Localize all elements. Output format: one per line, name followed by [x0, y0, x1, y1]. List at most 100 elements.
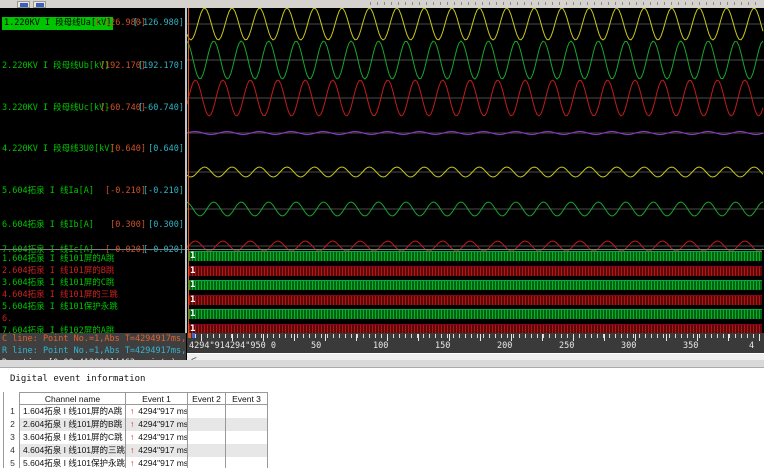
event-rise-icon: ↑ — [130, 419, 135, 429]
time-label: 4 — [749, 341, 755, 351]
value-primary: [-0.210] — [105, 186, 146, 196]
major-tick — [759, 334, 760, 341]
major-tick — [201, 334, 202, 341]
digital-state-bar: 1 — [189, 324, 762, 333]
analog-channel-row[interactable]: 1.220KV I 段母线Ua[kV] [-126.980] [-126.980] — [0, 17, 186, 30]
row-number — [6, 392, 19, 405]
analog-channel-row[interactable]: 4.220KV I 段母线3U0[kV] [0.640] [0.640] — [0, 143, 186, 156]
state-value: 1 — [190, 251, 196, 261]
waveform-plot-area[interactable]: 1 1 1 1 1 1 — [187, 8, 764, 333]
digital-channel-row[interactable]: 4.604拓泉 I 线101屏的三跳 — [0, 289, 186, 301]
table-cell: 2.604拓泉 I 线101屏的B跳 — [20, 418, 126, 431]
major-tick — [728, 334, 729, 341]
major-tick — [635, 334, 636, 341]
major-tick — [449, 334, 450, 341]
major-tick — [232, 334, 233, 341]
table-cell — [188, 444, 226, 457]
digital-channel-row[interactable]: 5.604拓泉 I 线101保护永跳 — [0, 301, 186, 313]
table-cell: Event 3 — [226, 393, 268, 404]
table-cell: Event 2 — [188, 393, 226, 404]
table-cell: Event 1 — [126, 393, 188, 404]
time-label: 4294"914294"950 0 — [189, 341, 276, 351]
value-secondary: [-126.980] — [132, 18, 184, 28]
digital-channel-row[interactable]: 2.604拓泉 I 线101屏的B跳 — [0, 265, 186, 277]
table-cell — [188, 431, 226, 444]
time-label: 250 — [559, 341, 575, 351]
time-label: 150 — [435, 341, 451, 351]
separator-strip — [0, 360, 764, 368]
value-secondary: [-0.210] — [143, 186, 184, 196]
value-primary: [0.300] — [110, 220, 146, 230]
table-cell: 1.604拓泉 I 线101屏的A跳 — [20, 405, 126, 418]
time-label: 100 — [373, 341, 389, 351]
major-tick — [480, 334, 481, 341]
major-tick — [294, 334, 295, 341]
table-row[interactable]: 2 2.604拓泉 I 线101屏的B跳 ↑ 4294"917 ms — [6, 418, 268, 431]
time-label: 200 — [497, 341, 513, 351]
table-row[interactable]: 3 3.604拓泉 I 线101屏的C跳 ↑ 4294"917 ms — [6, 431, 268, 444]
analog-digital-divider — [0, 249, 764, 250]
channel-list-panel: 1.220KV I 段母线Ua[kV] [-126.980] [-126.980] 2… — [0, 8, 186, 333]
table-cell: ↑ 4294"917 ms — [126, 431, 188, 444]
table-row[interactable]: 5 5.604拓泉 I 线101保护永跳 ↑ 4294"917 ms — [6, 457, 268, 468]
value-secondary: [-60.740] — [137, 103, 184, 113]
table-row[interactable]: 1 1.604拓泉 I 线101屏的A跳 ↑ 4294"917 ms — [6, 405, 268, 418]
table-cell — [188, 457, 226, 468]
table-cell: 3.604拓泉 I 线101屏的C跳 — [20, 431, 126, 444]
analog-channel-row[interactable]: 6.604拓泉 I 线Ib[A] [0.300] [0.300] — [0, 219, 186, 232]
digital-channel-row[interactable]: 3.604拓泉 I 线101屏的C跳 — [0, 277, 186, 289]
row-number: 1 — [10, 406, 15, 416]
panel-divider[interactable] — [185, 8, 187, 333]
value-secondary: [192.170] — [137, 61, 184, 71]
time-ruler[interactable]: 4294"914294"950 0 50 100 150 200 250 300 350 4 — [187, 333, 764, 353]
table-cell — [226, 444, 268, 457]
row-number: 3 — [10, 432, 15, 442]
major-tick — [697, 334, 698, 341]
time-label: 300 — [621, 341, 637, 351]
cursor-line-c[interactable] — [188, 8, 189, 333]
table-cell — [226, 405, 268, 418]
table-cell: 4.604拓泉 I 线101屏的三跳 — [20, 444, 126, 457]
channel-label: 6.604拓泉 I 线Ib[A] — [2, 220, 95, 230]
table-border — [3, 392, 4, 468]
table-cell: 5.604拓泉 I 线101保护永跳 — [20, 457, 126, 468]
analog-channel-row[interactable]: 3.220KV I 段母线Uc[kV] [-60.740] [-60.740] — [0, 102, 186, 115]
section-title: Digital event information — [10, 374, 146, 384]
table-cell — [226, 457, 268, 468]
digital-event-table: Channel name Event 1 Event 2 Event 3 1 1.604拓… — [6, 392, 268, 468]
event-rise-icon: ↑ — [130, 406, 135, 416]
digital-channel-row[interactable]: 7.604拓泉 I 线102屏的A跳 — [0, 325, 186, 333]
channel-label: 4.220KV I 段母线3U0[kV] — [2, 144, 115, 154]
table-cell: ↑ 4294"917 ms — [126, 444, 188, 457]
time-label: 50 — [311, 341, 322, 351]
digital-state-bar: 1 — [189, 309, 762, 320]
digital-channel-row[interactable]: 6. — [0, 313, 186, 325]
analog-channel-row[interactable]: 2.220KV I 段母线Ub[kV] [192.170] [192.170] — [0, 60, 186, 73]
table-row[interactable]: 4 4.604拓泉 I 线101屏的三跳 ↑ 4294"917 ms — [6, 444, 268, 457]
row-number: 5 — [10, 458, 15, 468]
table-cell: ↑ 4294"917 ms — [126, 457, 188, 468]
digital-state-bar: 1 — [189, 265, 762, 276]
c-line-status: C line: Point No.=1,Abs T=4294917ms, Rel… — [2, 334, 186, 344]
table-cell — [226, 418, 268, 431]
value-primary: [0.640] — [110, 144, 146, 154]
ruler-fragment — [370, 2, 760, 5]
row-number: 2 — [10, 419, 15, 429]
toolbar-glyph-icon — [36, 3, 44, 7]
toolbar-button-icon[interactable] — [33, 1, 46, 8]
table-cell: ↑ 4294"917 ms — [126, 418, 188, 431]
table-cell: ↑ 4294"917 ms — [126, 405, 188, 418]
analog-channel-row[interactable]: 5.604拓泉 I 线Ia[A] [-0.210] [-0.210] — [0, 185, 186, 198]
channel-label: 5.604拓泉 I 线Ia[A] — [2, 186, 95, 196]
major-tick — [325, 334, 326, 341]
r-line-status: R line: Point No.=1,Abs T=4294917ms, Rel… — [2, 346, 186, 356]
major-tick — [263, 334, 264, 341]
digital-state-bar: 1 — [189, 251, 762, 261]
table-cell — [226, 431, 268, 444]
event-rise-icon: ↑ — [130, 458, 135, 468]
major-tick — [418, 334, 419, 341]
digital-channel-row[interactable]: 1.604拓泉 I 线101屏的A跳 — [0, 253, 186, 265]
toolbar-button-icon[interactable] — [17, 1, 30, 8]
waveform-viewer-window: 1.220KV I 段母线Ua[kV] [-126.980] [-126.980] 2… — [0, 0, 764, 468]
digital-state-bar: 1 — [189, 294, 762, 305]
